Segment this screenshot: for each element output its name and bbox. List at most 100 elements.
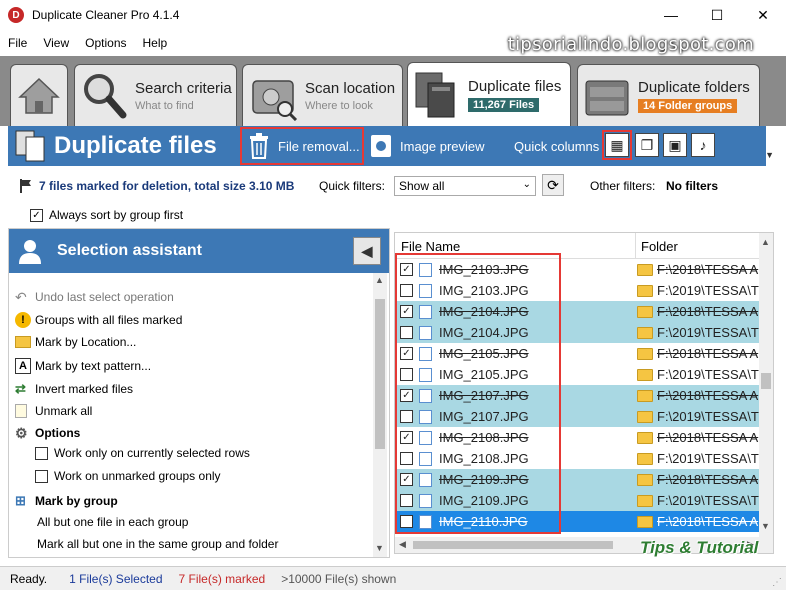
image-preview-label: Image preview bbox=[400, 138, 485, 154]
left-scroll-thumb[interactable] bbox=[375, 299, 385, 449]
folder-icon bbox=[637, 368, 653, 381]
folder-cell: F:\2019\TESSA\T bbox=[657, 493, 759, 508]
table-scroll-thumb[interactable] bbox=[761, 373, 771, 389]
mark-by-text-pattern[interactable]: A Mark by text pattern... bbox=[15, 358, 151, 374]
tab-duplicate-folders[interactable]: Duplicate folders 14 Folder groups bbox=[577, 64, 760, 126]
selection-assistant-header: Selection assistant ◀ bbox=[9, 229, 389, 273]
unmark-all-label: Unmark all bbox=[35, 404, 93, 418]
invert-marked-files[interactable]: ⇄ Invert marked files bbox=[15, 381, 133, 397]
work-unmarked-groups-check bbox=[35, 469, 48, 483]
folder-icon bbox=[637, 431, 653, 444]
refresh-button[interactable]: ⟳ bbox=[542, 174, 564, 196]
image-columns-icon[interactable]: ▣ bbox=[663, 133, 687, 157]
magnifier-icon bbox=[84, 73, 127, 118]
home-icon bbox=[18, 77, 60, 114]
mark-by-group-section[interactable]: ⊞ Mark by group bbox=[15, 493, 118, 509]
folder-groups-badge: 14 Folder groups bbox=[638, 98, 738, 113]
column-folder[interactable]: Folder bbox=[641, 239, 678, 254]
tab-duplicate-files[interactable]: Duplicate files 11,267 Files bbox=[407, 62, 571, 126]
all-but-one-each-group-label: All but one file in each group bbox=[37, 515, 189, 529]
folder-cell: F:\2018\TESSA A bbox=[657, 472, 759, 487]
duplicate-files-header-icon bbox=[15, 130, 45, 162]
grid-columns-highlight bbox=[602, 130, 632, 160]
menu-options[interactable]: Options bbox=[85, 36, 126, 50]
quick-columns-label: Quick columns bbox=[514, 138, 600, 154]
table-scroll-down-icon[interactable]: ▼ bbox=[761, 521, 770, 531]
image-preview-button[interactable]: Image preview bbox=[370, 128, 485, 164]
status-ready: Ready. bbox=[10, 571, 48, 586]
other-filters-value: No filters bbox=[666, 179, 719, 193]
undo-last-select[interactable]: ↶ Undo last select operation bbox=[15, 289, 174, 305]
scroll-down-icon[interactable]: ▼ bbox=[375, 543, 384, 553]
folder-icon bbox=[637, 452, 653, 465]
all-but-one-same-folder[interactable]: Mark all but one in the same group and f… bbox=[37, 537, 278, 551]
groups-all-marked[interactable]: ! Groups with all files marked bbox=[15, 312, 182, 328]
tab-scan-location-title: Scan location bbox=[305, 79, 396, 97]
undo-label: Undo last select operation bbox=[35, 290, 174, 304]
table-scroll-up-icon[interactable]: ▲ bbox=[761, 237, 770, 247]
maximize-button[interactable]: ☐ bbox=[694, 0, 740, 30]
folder-icon bbox=[637, 473, 653, 486]
all-but-one-same-folder-label: Mark all but one in the same group and f… bbox=[37, 537, 279, 551]
hard-drive-icon bbox=[252, 79, 298, 121]
right-scrollbar[interactable]: ▲ ▼ bbox=[759, 233, 773, 537]
scroll-left-icon[interactable]: ◀ bbox=[399, 539, 406, 550]
folder-icon bbox=[637, 389, 653, 402]
folder-drawer-icon bbox=[585, 80, 629, 115]
image-preview-icon bbox=[371, 135, 391, 157]
flag-icon bbox=[20, 179, 31, 193]
tab-duplicate-files-title: Duplicate files bbox=[468, 77, 562, 95]
work-unmarked-groups-checkbox[interactable]: Work on unmarked groups only bbox=[35, 469, 221, 483]
tab-scan-location[interactable]: Scan location Where to look bbox=[242, 64, 403, 126]
close-button[interactable]: ✕ bbox=[740, 0, 786, 30]
app-logo-icon: D bbox=[8, 7, 24, 23]
tab-search-criteria[interactable]: Search criteria What to find bbox=[74, 64, 237, 126]
status-bar: Ready. 1 File(s) Selected 7 File(s) mark… bbox=[0, 566, 786, 590]
menu-view[interactable]: View bbox=[43, 36, 69, 50]
work-selected-rows-check bbox=[35, 446, 48, 460]
menu-help[interactable]: Help bbox=[143, 36, 168, 50]
header-scroll-down-icon[interactable]: ▼ bbox=[765, 150, 774, 160]
watermark: tipsorialindo.blogspot.com bbox=[507, 34, 754, 55]
quick-filters-value: Show all bbox=[399, 179, 445, 193]
folder-cell: F:\2018\TESSA A bbox=[657, 514, 759, 529]
folder-icon bbox=[637, 515, 653, 528]
work-selected-rows-checkbox[interactable]: Work only on currently selected rows bbox=[35, 446, 250, 460]
info-bar: 7 files marked for deletion, total size … bbox=[8, 168, 766, 228]
window-columns-icon[interactable]: ❐ bbox=[635, 133, 659, 157]
tab-strip: tipsorialindo.blogspot.com Search criter… bbox=[0, 34, 786, 126]
options-section[interactable]: ⚙ Options bbox=[15, 425, 80, 441]
file-name-highlight bbox=[395, 253, 561, 534]
scroll-up-icon[interactable]: ▲ bbox=[375, 275, 384, 285]
menu-file[interactable]: File bbox=[8, 36, 27, 50]
groups-all-marked-label: Groups with all files marked bbox=[35, 313, 183, 327]
mark-by-location[interactable]: Mark by Location... bbox=[15, 335, 136, 349]
selection-assistant-list: ↶ Undo last select operation ! Groups wi… bbox=[9, 273, 389, 557]
left-scrollbar[interactable]: ▲ ▼ bbox=[373, 273, 387, 557]
minimize-button[interactable]: — bbox=[648, 0, 694, 30]
other-filters-label: Other filters: bbox=[590, 179, 656, 193]
resize-grip-icon[interactable]: ⋰ bbox=[772, 577, 782, 588]
all-but-one-each-group[interactable]: All but one file in each group bbox=[37, 515, 188, 529]
horizontal-scroll-thumb[interactable] bbox=[413, 541, 613, 549]
music-columns-icon[interactable]: ♪ bbox=[691, 133, 715, 157]
undo-icon: ↶ bbox=[15, 289, 27, 305]
tab-search-criteria-title: Search criteria bbox=[135, 79, 232, 97]
column-file-name[interactable]: File Name bbox=[401, 239, 460, 254]
collapse-panel-button[interactable]: ◀ bbox=[353, 237, 381, 265]
tab-home[interactable] bbox=[10, 64, 68, 126]
page-title: Duplicate files bbox=[54, 132, 217, 159]
tab-duplicate-folders-title: Duplicate folders bbox=[638, 78, 750, 96]
always-sort-checkbox[interactable]: ✓ Always sort by group first bbox=[30, 208, 183, 222]
duplicate-files-count-badge: 11,267 Files bbox=[468, 97, 540, 112]
folder-icon bbox=[637, 326, 653, 339]
user-icon bbox=[19, 240, 41, 264]
folder-icon bbox=[637, 284, 653, 297]
folder-cell: F:\2018\TESSA A bbox=[657, 388, 759, 403]
unmark-all[interactable]: Unmark all bbox=[15, 404, 92, 418]
folder-cell: F:\2019\TESSA\T bbox=[657, 283, 759, 298]
quick-filters-select[interactable]: Show all ⌄ bbox=[394, 176, 536, 196]
quick-filters-label: Quick filters: bbox=[319, 179, 386, 193]
status-selected: 1 File(s) Selected bbox=[69, 571, 163, 586]
folder-icon bbox=[637, 305, 653, 318]
